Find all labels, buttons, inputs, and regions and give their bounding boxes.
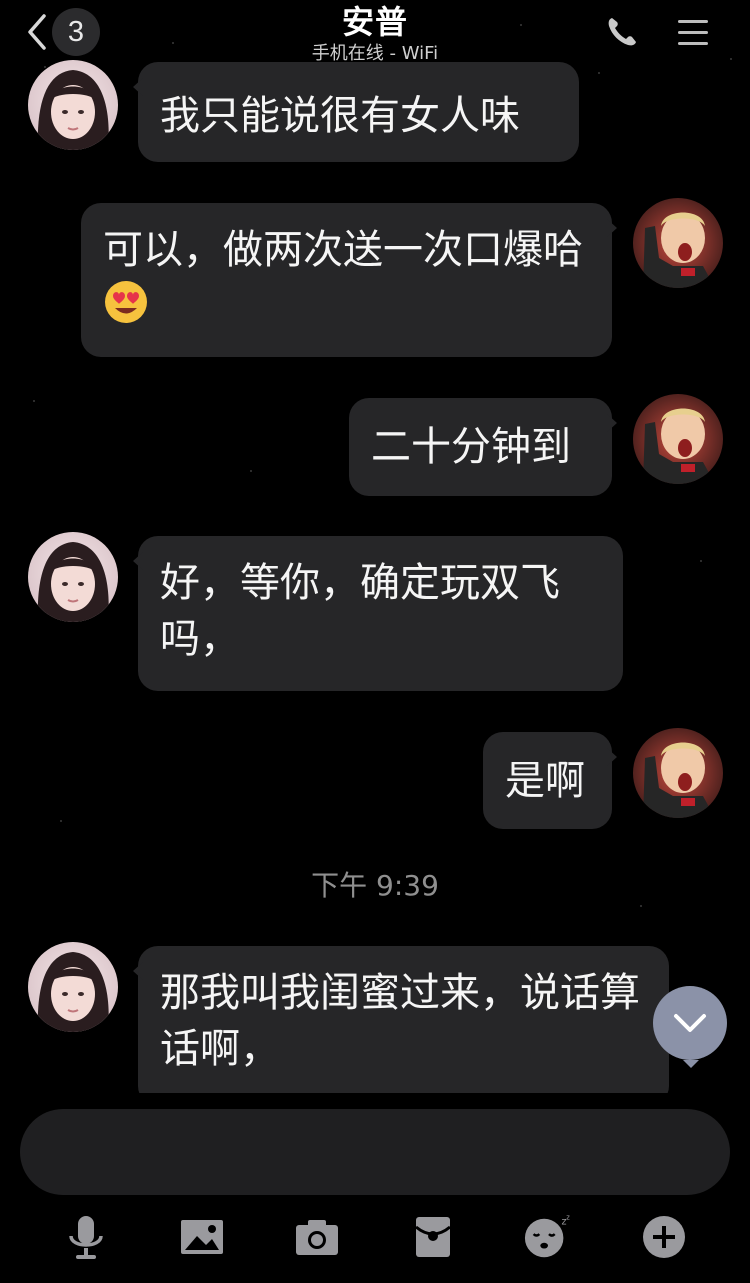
red-envelope-icon <box>415 1217 451 1257</box>
bubble-tail <box>124 552 143 570</box>
message-bubble-incoming[interactable]: 那我叫我闺蜜过来，说话算话啊， <box>133 946 669 1106</box>
bubble-tail <box>607 748 626 766</box>
more-button[interactable] <box>639 1214 689 1260</box>
bubble-tail <box>124 962 143 980</box>
camera-button[interactable] <box>292 1214 342 1260</box>
message-text: 好，等你，确定玩双飞吗， <box>160 560 560 662</box>
red-packet-button[interactable] <box>408 1214 458 1260</box>
girl-avatar-image <box>28 942 118 1032</box>
camera-icon <box>296 1220 338 1255</box>
heart-eyes-emoji <box>103 279 149 340</box>
my-avatar[interactable] <box>633 198 723 288</box>
menu-button[interactable] <box>676 18 710 52</box>
contact-avatar[interactable] <box>28 942 118 1032</box>
girl-avatar-image <box>28 60 118 150</box>
message-text: 我只能说很有女人味 <box>160 93 520 139</box>
bubble-tail <box>607 414 626 432</box>
input-area <box>0 1093 750 1283</box>
boy-avatar-image <box>633 394 723 484</box>
message-input[interactable] <box>20 1109 730 1195</box>
hamburger-menu-icon <box>678 20 708 45</box>
boy-avatar-image <box>633 728 723 818</box>
emoji-button[interactable]: z z <box>523 1214 573 1260</box>
my-avatar[interactable] <box>633 394 723 484</box>
sticker-face-icon: z z <box>524 1214 570 1258</box>
message-bubble-incoming[interactable]: 我只能说很有女人味 <box>133 62 579 162</box>
chevron-down-icon <box>674 1014 706 1032</box>
microphone-icon <box>69 1216 103 1259</box>
phone-icon <box>608 18 636 46</box>
boy-avatar-image <box>633 198 723 288</box>
plus-icon <box>643 1216 685 1258</box>
message-bubble-outgoing[interactable]: 二十分钟到 <box>349 398 617 496</box>
my-avatar[interactable] <box>633 728 723 818</box>
message-text: 二十分钟到 <box>371 424 571 470</box>
photo-button[interactable] <box>177 1214 227 1260</box>
svg-text:z: z <box>566 1214 570 1222</box>
message-timestamp: 下午 9:39 <box>311 869 439 902</box>
girl-avatar-image <box>28 532 118 622</box>
bubble-tail <box>124 78 143 96</box>
message-bubble-incoming[interactable]: 好，等你，确定玩双飞吗， <box>133 536 623 691</box>
bubble-tail <box>607 219 626 237</box>
contact-avatar[interactable] <box>28 532 118 622</box>
message-bubble-outgoing[interactable]: 可以，做两次送一次口爆哈 <box>81 203 617 357</box>
call-button[interactable] <box>604 14 640 54</box>
contact-avatar[interactable] <box>28 60 118 150</box>
image-icon <box>181 1220 223 1254</box>
scroll-to-bottom-button[interactable] <box>653 986 727 1068</box>
message-bubble-outgoing[interactable]: 是啊 <box>483 732 617 829</box>
voice-button[interactable] <box>61 1214 111 1260</box>
message-text: 可以，做两次送一次口爆哈 <box>103 227 583 273</box>
message-text: 那我叫我闺蜜过来，说话算话啊， <box>160 970 640 1072</box>
message-text: 是啊 <box>505 758 585 804</box>
